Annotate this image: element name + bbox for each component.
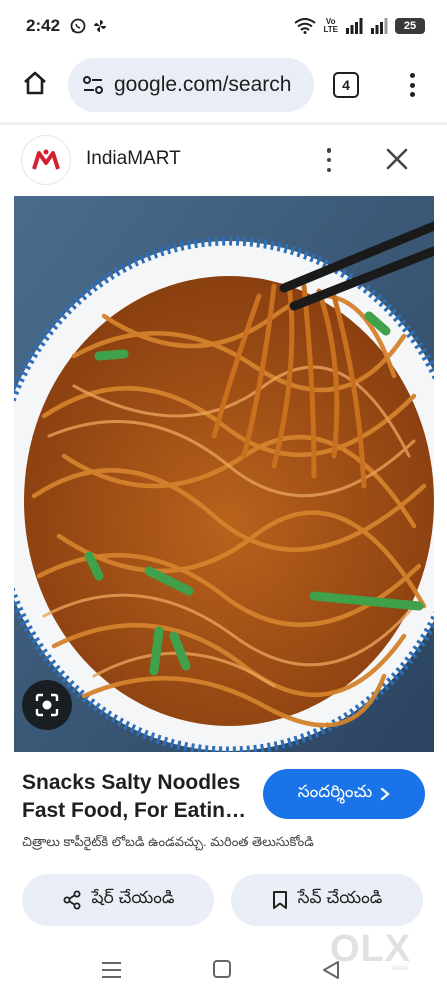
source-more-button[interactable] [318, 146, 340, 174]
more-vert-icon [326, 148, 332, 153]
source-header: IndiaMART [0, 128, 447, 192]
save-button[interactable]: సేవ్ చేయండి [231, 874, 423, 926]
signal-icon-2 [371, 18, 388, 34]
share-button[interactable]: షేర్ చేయండి [22, 874, 214, 926]
recents-button[interactable] [102, 962, 121, 978]
noodles-image [14, 196, 434, 752]
result-title[interactable]: Snacks Salty Noodles Fast Food, For Eati… [22, 769, 252, 825]
overflow-menu-button[interactable] [400, 70, 424, 100]
battery-indicator: 25 [395, 18, 425, 34]
pinwheel-icon [94, 20, 107, 32]
google-lens-icon [35, 693, 59, 717]
result-image[interactable] [14, 196, 434, 752]
copyright-note[interactable]: చిత్రాలు కాపీరైట్‌కి లోబడి ఉండవచ్చు. మరి… [22, 834, 432, 853]
tab-switcher-button[interactable]: 4 [333, 72, 359, 98]
more-vert-icon [409, 73, 415, 78]
share-icon [63, 890, 81, 910]
status-time: 2:42 [26, 16, 61, 35]
volte-indicator: Vo LTE [323, 17, 338, 34]
indiamart-logo[interactable] [22, 136, 70, 184]
system-home-button[interactable] [213, 960, 231, 978]
whatsapp-icon [70, 18, 86, 34]
status-bar: 2:42 Vo LTE 25 [0, 0, 447, 52]
lens-button[interactable] [22, 680, 72, 730]
chevron-right-icon [381, 787, 391, 801]
share-label: షేర్ చేయండి [91, 888, 175, 907]
wifi-icon [294, 18, 317, 34]
home-button[interactable] [18, 66, 52, 100]
system-nav-bar [0, 940, 447, 1000]
visit-label: సందర్శించు [297, 782, 373, 801]
address-bar[interactable]: google.com/search [68, 58, 314, 112]
close-icon[interactable] [383, 145, 411, 173]
toolbar-divider [0, 122, 447, 125]
url-text: google.com/search [114, 73, 292, 96]
back-icon[interactable] [322, 960, 340, 980]
signal-icon [346, 18, 363, 34]
save-label: సేవ్ చేయండి [297, 888, 383, 907]
visit-button[interactable]: సందర్శించు [263, 769, 425, 819]
tune-icon[interactable] [82, 75, 104, 95]
indiamart-logo-icon [32, 149, 60, 170]
bookmark-icon [272, 891, 287, 909]
home-icon [24, 71, 46, 95]
browser-toolbar: google.com/search 4 [0, 52, 447, 118]
source-name[interactable]: IndiaMART [86, 148, 181, 170]
